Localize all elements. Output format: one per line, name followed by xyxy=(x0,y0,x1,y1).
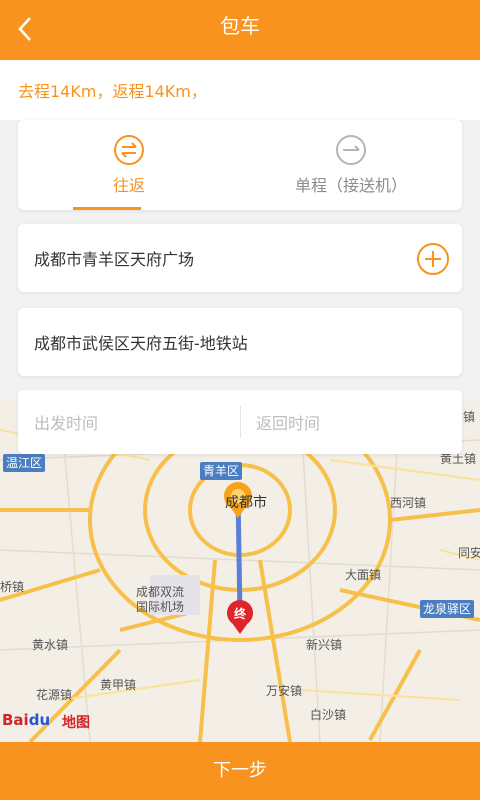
tab-one-way[interactable]: 单程（接送机） xyxy=(240,120,462,210)
trip-type-tabs: 往返 单程（接送机） xyxy=(18,120,462,210)
route-distance-text: 去程14Km，返程14Km， xyxy=(18,82,207,101)
start-location-text: 成都市青羊区天府广场 xyxy=(34,250,195,269)
map-label-xinxing: 新兴镇 xyxy=(306,638,343,652)
end-marker-label: 终 xyxy=(234,607,247,621)
route-summary-bar: 去程14Km，返程14Km， xyxy=(0,60,480,120)
baidu-logo-map-text: 地图 xyxy=(62,715,90,731)
map-label-huayuan: 花源镇 xyxy=(36,688,73,702)
map-label-wanan: 万安镇 xyxy=(266,684,303,698)
map-label-qiao: 桥镇 xyxy=(0,580,25,594)
time-selector: 出发时间 返回时间 xyxy=(18,390,462,454)
map-label-airport2: 国际机场 xyxy=(136,600,185,614)
map-label-longquanyi: 龙泉驿区 xyxy=(420,600,475,618)
one-way-arrow-icon xyxy=(336,135,366,165)
map-label-zhen: 镇 xyxy=(463,410,476,424)
return-time-field[interactable]: 返回时间 xyxy=(240,390,462,454)
end-location-text: 成都市武侯区天府五街-地铁站 xyxy=(34,334,248,353)
depart-time-field[interactable]: 出发时间 xyxy=(18,390,240,454)
map-label-baisha: 白沙镇 xyxy=(310,708,347,722)
next-step-button[interactable]: 下一步 xyxy=(0,742,480,800)
map-label-wenjiang: 温江区 xyxy=(3,454,46,472)
active-tab-indicator xyxy=(73,207,141,210)
round-trip-icon xyxy=(114,135,144,165)
return-time-placeholder: 返回时间 xyxy=(256,414,321,433)
map-label-xihe: 西河镇 xyxy=(390,496,427,510)
tab-one-way-label: 单程（接送机） xyxy=(294,176,407,195)
start-location-field[interactable]: 成都市青羊区天府广场 xyxy=(18,224,462,292)
map-label-huangjia: 黄甲镇 xyxy=(100,678,137,692)
baidu-logo-text: Baidu xyxy=(2,711,51,729)
tab-round-trip-label: 往返 xyxy=(112,176,145,195)
map-label-qingyang: 青羊区 xyxy=(200,462,243,480)
top-bar: 包车 xyxy=(0,0,480,60)
page-title: 包车 xyxy=(220,14,260,38)
map-label-chengdu: 成都市 xyxy=(225,495,267,511)
end-location-field[interactable]: 成都市武侯区天府五街-地铁站 xyxy=(18,308,462,376)
map-label-huangshui: 黄水镇 xyxy=(32,638,69,652)
baidu-map-logo: Baidu 地图 xyxy=(0,703,110,733)
map-label-tongan: 同安 xyxy=(458,546,480,560)
plus-circle-icon[interactable] xyxy=(416,242,450,276)
depart-time-placeholder: 出发时间 xyxy=(34,414,99,433)
map-label-damian: 大面镇 xyxy=(345,568,382,582)
tab-round-trip[interactable]: 往返 xyxy=(18,120,240,210)
